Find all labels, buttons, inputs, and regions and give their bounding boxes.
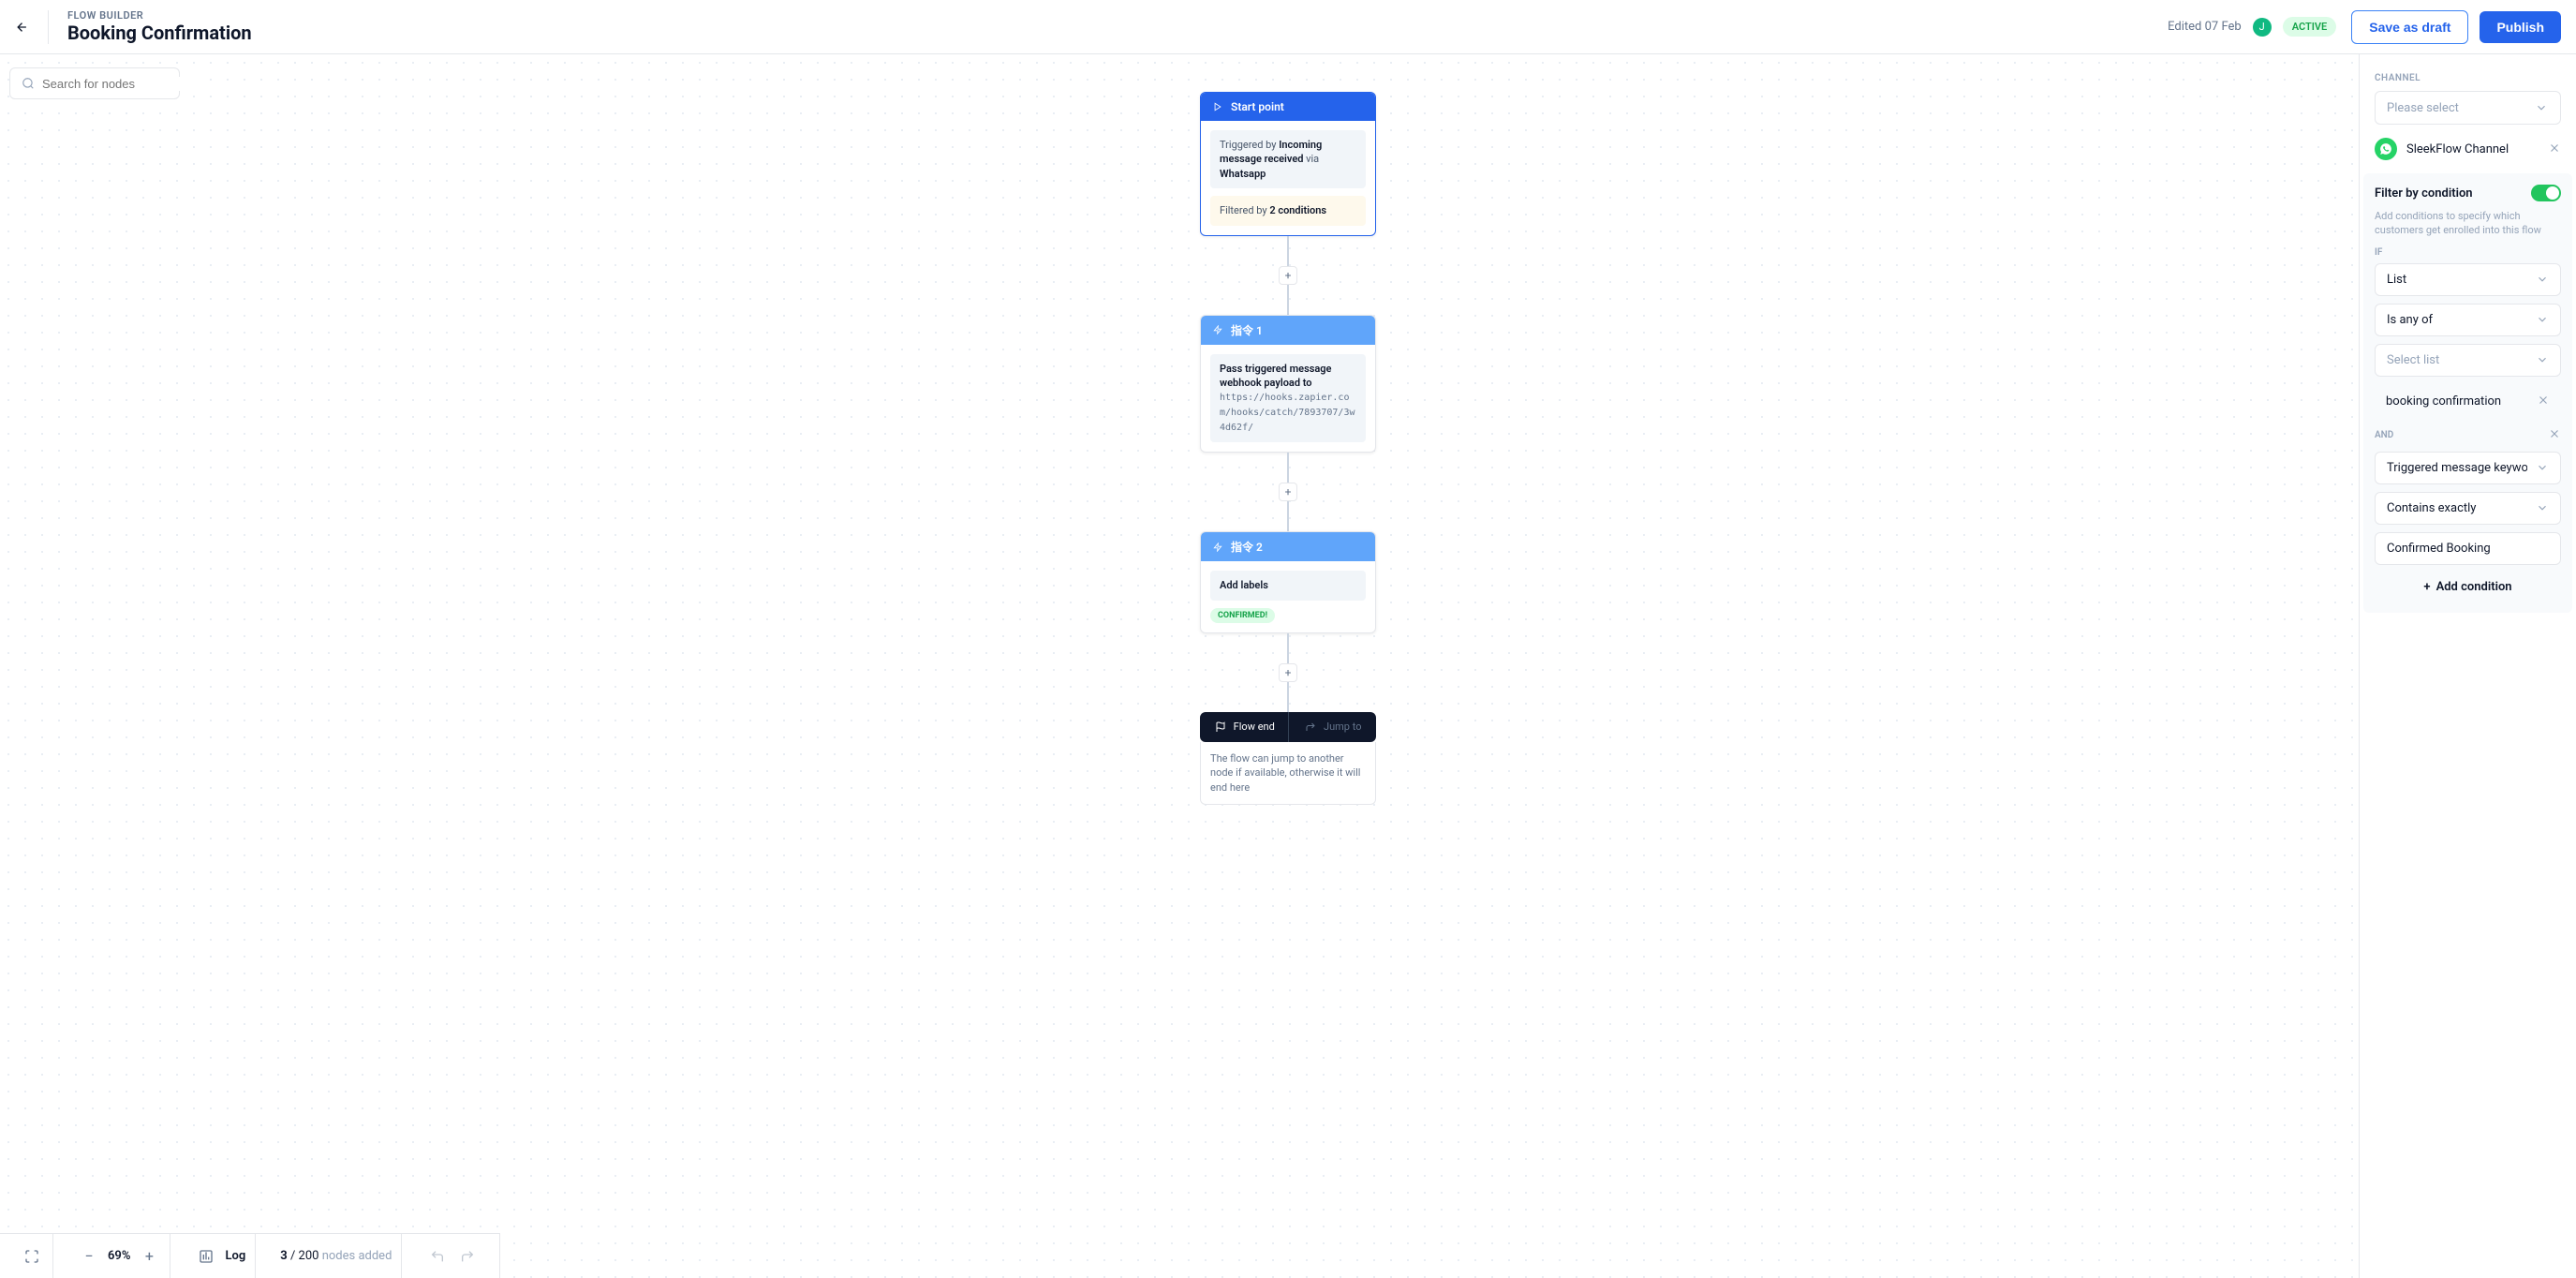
bolt-icon xyxy=(1210,322,1225,337)
flow-end-desc: The flow can jump to another node if ava… xyxy=(1200,742,1376,805)
connector xyxy=(1287,501,1289,531)
node-flow-end[interactable]: Flow end Jump to xyxy=(1200,712,1376,742)
play-icon xyxy=(1210,99,1225,114)
flow-end-tab[interactable]: Flow end xyxy=(1200,712,1288,742)
save-draft-button[interactable]: Save as draft xyxy=(2351,10,2468,44)
bolt-icon xyxy=(1210,540,1225,555)
condition-field-select[interactable]: Triggered message keywo xyxy=(2375,452,2561,484)
add-node-button[interactable]: + xyxy=(1279,266,1297,285)
node-start[interactable]: Start point Triggered by Incoming messag… xyxy=(1200,92,1376,236)
redo-icon xyxy=(1303,720,1318,735)
status-badge: ACTIVE xyxy=(2283,17,2337,37)
flag-icon xyxy=(1213,720,1228,735)
channel-select[interactable]: Please select xyxy=(2375,91,2561,125)
side-panel: CHANNEL Please select SleekFlow Channel … xyxy=(2359,54,2576,1278)
if-label: IF xyxy=(2375,247,2561,258)
jump-to-tab[interactable]: Jump to xyxy=(1288,712,1377,742)
condition-value-input[interactable]: Confirmed Booking xyxy=(2375,532,2561,565)
filter-title: Filter by condition xyxy=(2375,186,2473,201)
condition-op-select[interactable]: Contains exactly xyxy=(2375,492,2561,525)
channel-name: SleekFlow Channel xyxy=(2406,142,2548,156)
undo-button[interactable] xyxy=(426,1245,449,1268)
node-title: Start point xyxy=(1231,100,1284,113)
condition-value-tag[interactable]: booking confirmation xyxy=(2375,384,2561,419)
search-icon xyxy=(22,76,35,91)
page-title: Booking Confirmation xyxy=(67,22,252,44)
trigger-info: Triggered by Incoming message received v… xyxy=(1210,130,1366,188)
node-count: 3 / 200 nodes added xyxy=(280,1249,392,1263)
avatar[interactable]: J xyxy=(2253,18,2272,37)
node-command-1[interactable]: 指令 1 Pass triggered message webhook payl… xyxy=(1200,315,1376,453)
back-button[interactable] xyxy=(15,10,49,44)
connector xyxy=(1287,236,1289,266)
filter-info: Filtered by 2 conditions xyxy=(1210,196,1366,225)
node-title: 指令 1 xyxy=(1231,322,1263,338)
zoom-in-button[interactable]: + xyxy=(138,1245,160,1268)
add-node-button[interactable]: + xyxy=(1279,663,1297,682)
and-label: AND xyxy=(2375,430,2393,440)
search-input-wrap[interactable] xyxy=(9,67,180,99)
labels-info: Add labels xyxy=(1210,571,1366,600)
log-button[interactable]: Log xyxy=(225,1249,245,1263)
connector xyxy=(1287,453,1289,483)
publish-button[interactable]: Publish xyxy=(2480,11,2561,43)
channel-label: CHANNEL xyxy=(2375,73,2561,83)
zoom-out-button[interactable]: − xyxy=(78,1245,100,1268)
redo-button[interactable] xyxy=(456,1245,479,1268)
page-subtitle: FLOW BUILDER xyxy=(67,9,252,22)
node-title: 指令 2 xyxy=(1231,539,1263,555)
node-command-2[interactable]: 指令 2 Add labels CONFIRMED! xyxy=(1200,531,1376,632)
condition-value-select[interactable]: Select list xyxy=(2375,344,2561,377)
filter-desc: Add conditions to specify which customer… xyxy=(2375,209,2561,238)
add-node-button[interactable]: + xyxy=(1279,483,1297,501)
remove-condition-button[interactable] xyxy=(2548,426,2561,444)
log-icon xyxy=(195,1245,217,1268)
remove-channel-button[interactable] xyxy=(2548,141,2561,158)
condition-op-select[interactable]: Is any of xyxy=(2375,304,2561,336)
connector xyxy=(1287,682,1289,712)
whatsapp-icon xyxy=(2375,138,2397,160)
connector xyxy=(1287,285,1289,315)
zoom-level: 69% xyxy=(108,1249,130,1263)
search-input[interactable] xyxy=(42,77,207,91)
plus-icon: + xyxy=(2423,580,2430,594)
label-tag: CONFIRMED! xyxy=(1210,608,1275,623)
filter-toggle[interactable] xyxy=(2531,185,2561,201)
chevron-down-icon xyxy=(2534,100,2549,115)
add-condition-button[interactable]: + Add condition xyxy=(2375,572,2561,602)
edited-label: Edited 07 Feb xyxy=(2168,20,2242,34)
webhook-info: Pass triggered message webhook payload t… xyxy=(1210,354,1366,443)
remove-value-button[interactable] xyxy=(2537,393,2550,410)
fullscreen-button[interactable] xyxy=(21,1245,43,1268)
connector xyxy=(1287,633,1289,663)
condition-field-select[interactable]: List xyxy=(2375,263,2561,296)
